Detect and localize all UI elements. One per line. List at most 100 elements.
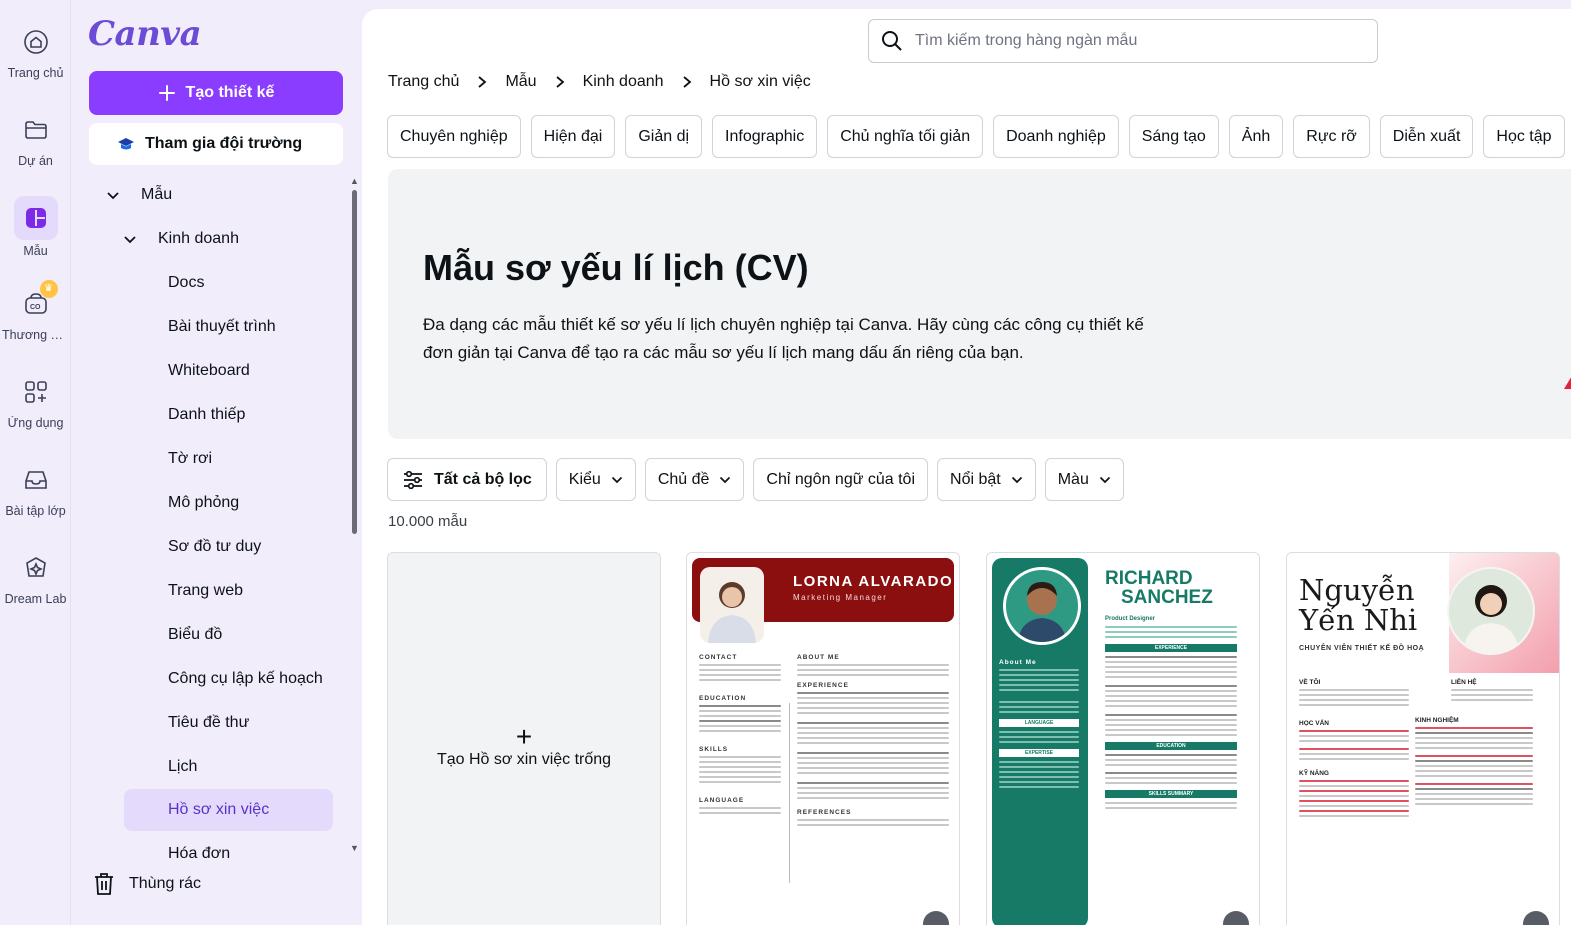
breadcrumb-templates[interactable]: Mẫu	[505, 73, 536, 91]
resume-role: Product Designer	[1105, 616, 1156, 622]
chip-academic[interactable]: Học tập	[1483, 115, 1565, 158]
template-count: 10.000 mẫu	[388, 513, 468, 530]
sidebar-scrollbar[interactable]	[352, 190, 357, 534]
rail-item-brand[interactable]: CO ♛ Thương hi...	[0, 280, 71, 342]
trash-button[interactable]: Thùng rác	[93, 872, 201, 896]
scroll-up-arrow[interactable]: ▲	[350, 176, 359, 186]
tree-item-resumes[interactable]: Hồ sơ xin việc	[124, 789, 333, 831]
tree-item-calendars[interactable]: Lịch	[168, 746, 197, 788]
template-card-richard-sanchez[interactable]: RICHARD SANCHEZ Product Designer EXPERIE…	[986, 552, 1260, 925]
tree-item-letterheads[interactable]: Tiêu đề thư	[168, 702, 249, 744]
chip-vibrant[interactable]: Rực rỡ	[1293, 115, 1370, 158]
tree-item-mind-maps[interactable]: Sơ đồ tư duy	[168, 526, 261, 568]
chip-acting[interactable]: Diễn xuất	[1379, 115, 1474, 158]
chip-simple[interactable]: Giản dị	[625, 115, 703, 158]
all-filters-button[interactable]: Tất cả bộ lọc	[387, 458, 547, 501]
filters-icon	[404, 470, 422, 489]
rail-label: Dự án	[18, 154, 53, 168]
resume-section: KINH NGHIỆM	[1415, 717, 1459, 724]
template-card-lorna-alvarado[interactable]: LORNA ALVARADO Marketing Manager CONTACT…	[686, 552, 960, 925]
sidebar-panel: Canva Tạo thiết kế Tham gia đội trường M…	[71, 0, 361, 925]
resume-section: LANGUAGE	[699, 797, 745, 804]
portrait-photo	[1003, 567, 1081, 645]
chip-creative[interactable]: Sáng tạo	[1128, 115, 1219, 158]
tree-item-templates[interactable]: Mẫu	[105, 174, 172, 216]
hero-banner: Mẫu sơ yếu lí lịch (CV) Đa dạng các mẫu …	[388, 169, 1571, 439]
tree-item-business-cards[interactable]: Danh thiếp	[168, 394, 245, 436]
resume-section: EXPERIENCE	[1105, 644, 1237, 652]
style-chips: Chuyên nghiệp Hiện đại Giản dị Infograph…	[387, 115, 1565, 158]
rail-item-home[interactable]: Trang chủ	[0, 22, 71, 80]
create-design-button[interactable]: Tạo thiết kế	[89, 71, 343, 115]
rail-item-dream-lab[interactable]: Dream Lab	[0, 548, 71, 606]
rail-item-templates[interactable]: Mẫu	[0, 196, 71, 258]
chip-modern[interactable]: Hiện đại	[530, 115, 616, 158]
filter-my-language-toggle[interactable]: Chỉ ngôn ngữ của tôi	[753, 458, 929, 501]
portrait-photo	[1447, 567, 1535, 655]
tree-item-business[interactable]: Kinh doanh	[122, 218, 239, 260]
brand-icon: CO ♛	[16, 280, 58, 324]
resume-section: CONTACT	[699, 654, 738, 661]
tree-item-websites[interactable]: Trang web	[168, 570, 243, 612]
chip-infographic[interactable]: Infographic	[712, 115, 818, 158]
filter-theme-dropdown[interactable]: Chủ đề	[644, 458, 745, 501]
tree-item-flyers[interactable]: Tờ rơi	[168, 438, 212, 480]
resume-name: Nguyễn Yến Nhi	[1299, 575, 1417, 635]
rail-label: Dream Lab	[4, 592, 67, 606]
breadcrumb-home[interactable]: Trang chủ	[388, 73, 459, 91]
scroll-down-arrow[interactable]: ▼	[350, 843, 359, 853]
resume-section: EXPERIENCE	[797, 682, 849, 689]
resume-right-column: Product Designer EXPERIENCE EDUCATION SK…	[1105, 615, 1237, 812]
tree-item-charts[interactable]: Biểu đồ	[168, 614, 222, 656]
rail-item-apps[interactable]: Ứng dụng	[0, 372, 71, 430]
resume-name: RICHARD SANCHEZ	[1105, 569, 1213, 607]
resume-left-column: CONTACT EDUCATION SKILLS LANGUAGE	[699, 648, 781, 817]
create-blank-resume-card[interactable]: + Tạo Hồ sơ xin việc trống	[387, 552, 661, 925]
all-filters-label: Tất cả bộ lọc	[434, 470, 532, 488]
chip-corporate[interactable]: Doanh nghiệp	[993, 115, 1119, 158]
favorite-icon[interactable]	[1523, 911, 1549, 925]
resume-role: CHUYÊN VIÊN THIẾT KẾ ĐỒ HOẠ	[1299, 645, 1425, 652]
tree-label: Kinh doanh	[158, 230, 239, 247]
breadcrumb-business[interactable]: Kinh doanh	[583, 73, 664, 91]
filter-style-dropdown[interactable]: Kiểu	[555, 458, 636, 501]
search-bar[interactable]	[868, 19, 1378, 63]
tree-item-whiteboard[interactable]: Whiteboard	[168, 350, 250, 392]
tree-item-invoices[interactable]: Hóa đơn	[168, 833, 230, 858]
filter-color-dropdown[interactable]: Màu	[1044, 458, 1124, 501]
resume-right-column: LIÊN HỆ KINH NGHIỆM	[1415, 671, 1533, 808]
resume-left-column: About Me LANGUAGE EXPERTISE	[999, 653, 1079, 791]
resume-section: KỸ NĂNG	[1299, 770, 1329, 777]
chevron-down-icon	[1099, 476, 1110, 483]
trash-label: Thùng rác	[129, 875, 202, 892]
chip-minimalist[interactable]: Chủ nghĩa tối giản	[827, 115, 984, 158]
chip-professional[interactable]: Chuyên nghiệp	[387, 115, 521, 158]
chip-photo[interactable]: Ảnh	[1228, 115, 1284, 158]
decorative-shape	[1564, 349, 1571, 389]
tree-item-planners[interactable]: Công cụ lập kế hoạch	[168, 658, 323, 700]
filter-featured-dropdown[interactable]: Nổi bật	[937, 458, 1036, 501]
page-description: Đa dạng các mẫu thiết kế sơ yếu lí lịch …	[423, 315, 1144, 362]
search-input[interactable]	[915, 32, 1355, 50]
rail-item-projects[interactable]: Dự án	[0, 110, 71, 168]
chevron-down-icon	[1011, 476, 1022, 483]
resume-section: EDUCATION	[1105, 742, 1237, 750]
resume-section: VỀ TÔI	[1299, 679, 1321, 686]
filter-bar: Tất cả bộ lọc Kiểu Chủ đề Chỉ ngôn ngữ c…	[387, 458, 1124, 501]
template-card-nguyen-yen-nhi[interactable]: Nguyễn Yến Nhi CHUYÊN VIÊN THIẾT KẾ ĐỒ H…	[1286, 552, 1560, 925]
folder-icon	[16, 110, 56, 150]
favorite-icon[interactable]	[1223, 911, 1249, 925]
rail-item-assignments[interactable]: Bài tập lớp	[0, 460, 71, 518]
filter-label: Kiểu	[568, 470, 601, 488]
tree-item-mockups[interactable]: Mô phỏng	[168, 482, 239, 524]
chevron-right-icon	[477, 75, 487, 89]
canva-logo[interactable]: Canva	[88, 14, 202, 54]
resume-section: HỌC VẤN	[1299, 720, 1329, 727]
resume-section: SKILLS	[699, 746, 729, 753]
tree-item-docs[interactable]: Docs	[168, 262, 204, 304]
join-school-team-button[interactable]: Tham gia đội trường	[89, 123, 343, 165]
rail-label: Mẫu	[23, 244, 48, 258]
page-title: Mẫu sơ yếu lí lịch (CV)	[423, 247, 809, 288]
tree-item-presentations[interactable]: Bài thuyết trình	[168, 306, 276, 348]
favorite-icon[interactable]	[923, 911, 949, 925]
